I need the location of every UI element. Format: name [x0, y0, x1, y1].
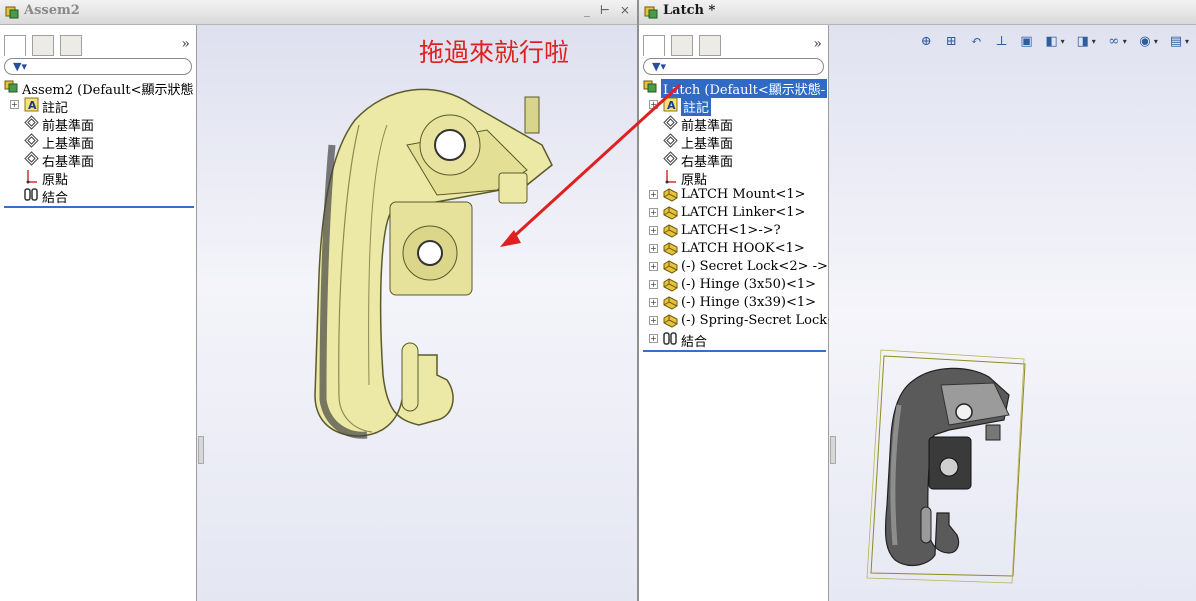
tab-feature-tree[interactable] — [643, 35, 665, 56]
feature-manager-tabs: » — [643, 35, 828, 57]
mates-icon — [663, 332, 677, 345]
part-icon — [663, 278, 678, 292]
expand-toggle-icon[interactable]: + — [649, 208, 658, 217]
expand-toggle-icon[interactable]: + — [649, 316, 658, 325]
tree-item-label: 結合 — [42, 191, 69, 206]
assembly-window-latch[interactable]: Latch * » ▼▾ Latch (Default<顯示狀態- + A 註記 前基準… — [639, 0, 1196, 601]
filter-icon: ▼▾ — [652, 60, 666, 73]
plane-icon — [24, 151, 39, 166]
assembly-icon — [644, 6, 658, 19]
annotation-icon: A — [24, 97, 39, 112]
assembly-icon — [643, 80, 657, 93]
tree-item-label: 原點 — [42, 173, 69, 188]
tree-item-label: 前基準面 — [681, 119, 734, 134]
annotation-icon: A — [663, 97, 678, 112]
title-bar[interactable]: Assem2 _ ⊢ × — [0, 0, 637, 25]
expand-toggle-icon[interactable]: + — [649, 190, 658, 199]
tree-item-label: LATCH<1>->? — [681, 223, 781, 238]
tree-item-label: 上基準面 — [42, 137, 95, 152]
plane-icon — [663, 115, 678, 130]
feature-manager-panel: » ▼▾ Latch (Default<顯示狀態- + A 註記 前基準面 上基準面 右基準… — [639, 25, 846, 601]
latch-model[interactable] — [197, 25, 637, 601]
svg-text:A: A — [28, 99, 37, 112]
expand-toggle-icon[interactable]: + — [649, 262, 658, 271]
svg-text:A: A — [667, 99, 676, 112]
feature-manager-panel: » ▼▾ Assem2 (Default<顯示狀態 + A 註記前基準面上基準面右基準… — [0, 25, 197, 601]
plane-icon — [663, 151, 678, 166]
mates-icon — [24, 188, 38, 201]
more-tabs-chevron-icon[interactable]: » — [813, 36, 822, 52]
latch-preview-model[interactable] — [829, 25, 1196, 601]
feature-manager-tabs: » — [4, 35, 196, 57]
unsaved-marker: * — [708, 3, 716, 18]
window-controls[interactable]: _ ⊢ × — [584, 3, 633, 17]
graphics-viewport[interactable]: ⊕ ⊞ ↶ ⊥ ▣ ◧ ▾ ◨ ▾ ∞ ▾ ◉ ▾ ▤ ▾ — [829, 25, 1196, 601]
graphics-viewport[interactable]: 拖過來就行啦 — [197, 25, 637, 601]
tree-item-label: (-) Spring-Secret Lock<1 — [681, 313, 847, 328]
expand-toggle-icon[interactable]: + — [649, 334, 658, 343]
expand-toggle-icon[interactable]: + — [649, 298, 658, 307]
tree-filter[interactable]: ▼▾ — [4, 58, 192, 75]
plane-icon — [24, 133, 39, 148]
tab-property-manager[interactable] — [32, 35, 54, 56]
tree-item-label: 原點 — [681, 173, 708, 188]
tree-item-label: LATCH Linker<1> — [681, 205, 806, 220]
part-icon — [663, 242, 678, 256]
expand-toggle-icon[interactable]: + — [10, 100, 19, 109]
assembly-window-assem2[interactable]: Assem2 _ ⊢ × » ▼▾ Assem2 (Default<顯示狀態 + A… — [0, 0, 637, 601]
part-icon — [663, 224, 678, 238]
part-icon — [663, 206, 678, 220]
window-title: Latch * — [663, 3, 716, 18]
expand-toggle-icon[interactable]: + — [649, 244, 658, 253]
tree-item-label: Latch (Default<顯示狀態- — [661, 79, 828, 98]
plane-icon — [663, 133, 678, 148]
part-icon — [663, 296, 678, 310]
tree-item-label: 註記 — [42, 101, 69, 116]
tree-item-label: 結合 — [681, 335, 708, 350]
tree-item-label: LATCH Mount<1> — [681, 187, 806, 202]
tree-item-label: 前基準面 — [42, 119, 95, 134]
plane-icon — [24, 115, 39, 130]
part-icon — [663, 260, 678, 274]
assembly-icon — [5, 6, 19, 19]
part-icon — [663, 188, 678, 202]
tab-configuration-manager[interactable] — [699, 35, 721, 56]
expand-toggle-icon[interactable]: + — [649, 280, 658, 289]
tree-item-label: (-) Hinge (3x50)<1> — [681, 277, 817, 292]
expand-toggle-icon[interactable]: + — [649, 226, 658, 235]
panel-splitter-handle[interactable] — [198, 436, 204, 464]
origin-icon — [26, 170, 37, 184]
title-bar[interactable]: Latch * — [639, 0, 1196, 25]
assembly-icon — [4, 80, 18, 93]
filter-icon: ▼▾ — [13, 60, 27, 73]
tree-end-marker — [4, 206, 194, 208]
tree-item-label: 註記 — [681, 97, 712, 116]
tree-item-label: LATCH HOOK<1> — [681, 241, 805, 256]
tree-item-label: Assem2 (Default<顯示狀態 — [22, 83, 194, 98]
tree-end-marker — [643, 350, 826, 352]
panel-splitter-handle[interactable] — [830, 436, 836, 464]
tree-item-label: (-) Secret Lock<2> -> — [681, 259, 828, 274]
tab-configuration-manager[interactable] — [60, 35, 82, 56]
tree-item-label: (-) Hinge (3x39)<1> — [681, 295, 817, 310]
tree-filter[interactable]: ▼▾ — [643, 58, 824, 75]
tab-property-manager[interactable] — [671, 35, 693, 56]
expand-toggle-icon[interactable]: + — [649, 100, 658, 109]
tree-item-label: 右基準面 — [42, 155, 95, 170]
tree-item-label: 右基準面 — [681, 155, 734, 170]
tree-item-label: 上基準面 — [681, 137, 734, 152]
origin-icon — [665, 170, 676, 184]
more-tabs-chevron-icon[interactable]: » — [181, 36, 190, 52]
tab-feature-tree[interactable] — [4, 35, 26, 56]
part-icon — [663, 314, 678, 328]
window-title: Assem2 — [24, 3, 80, 18]
